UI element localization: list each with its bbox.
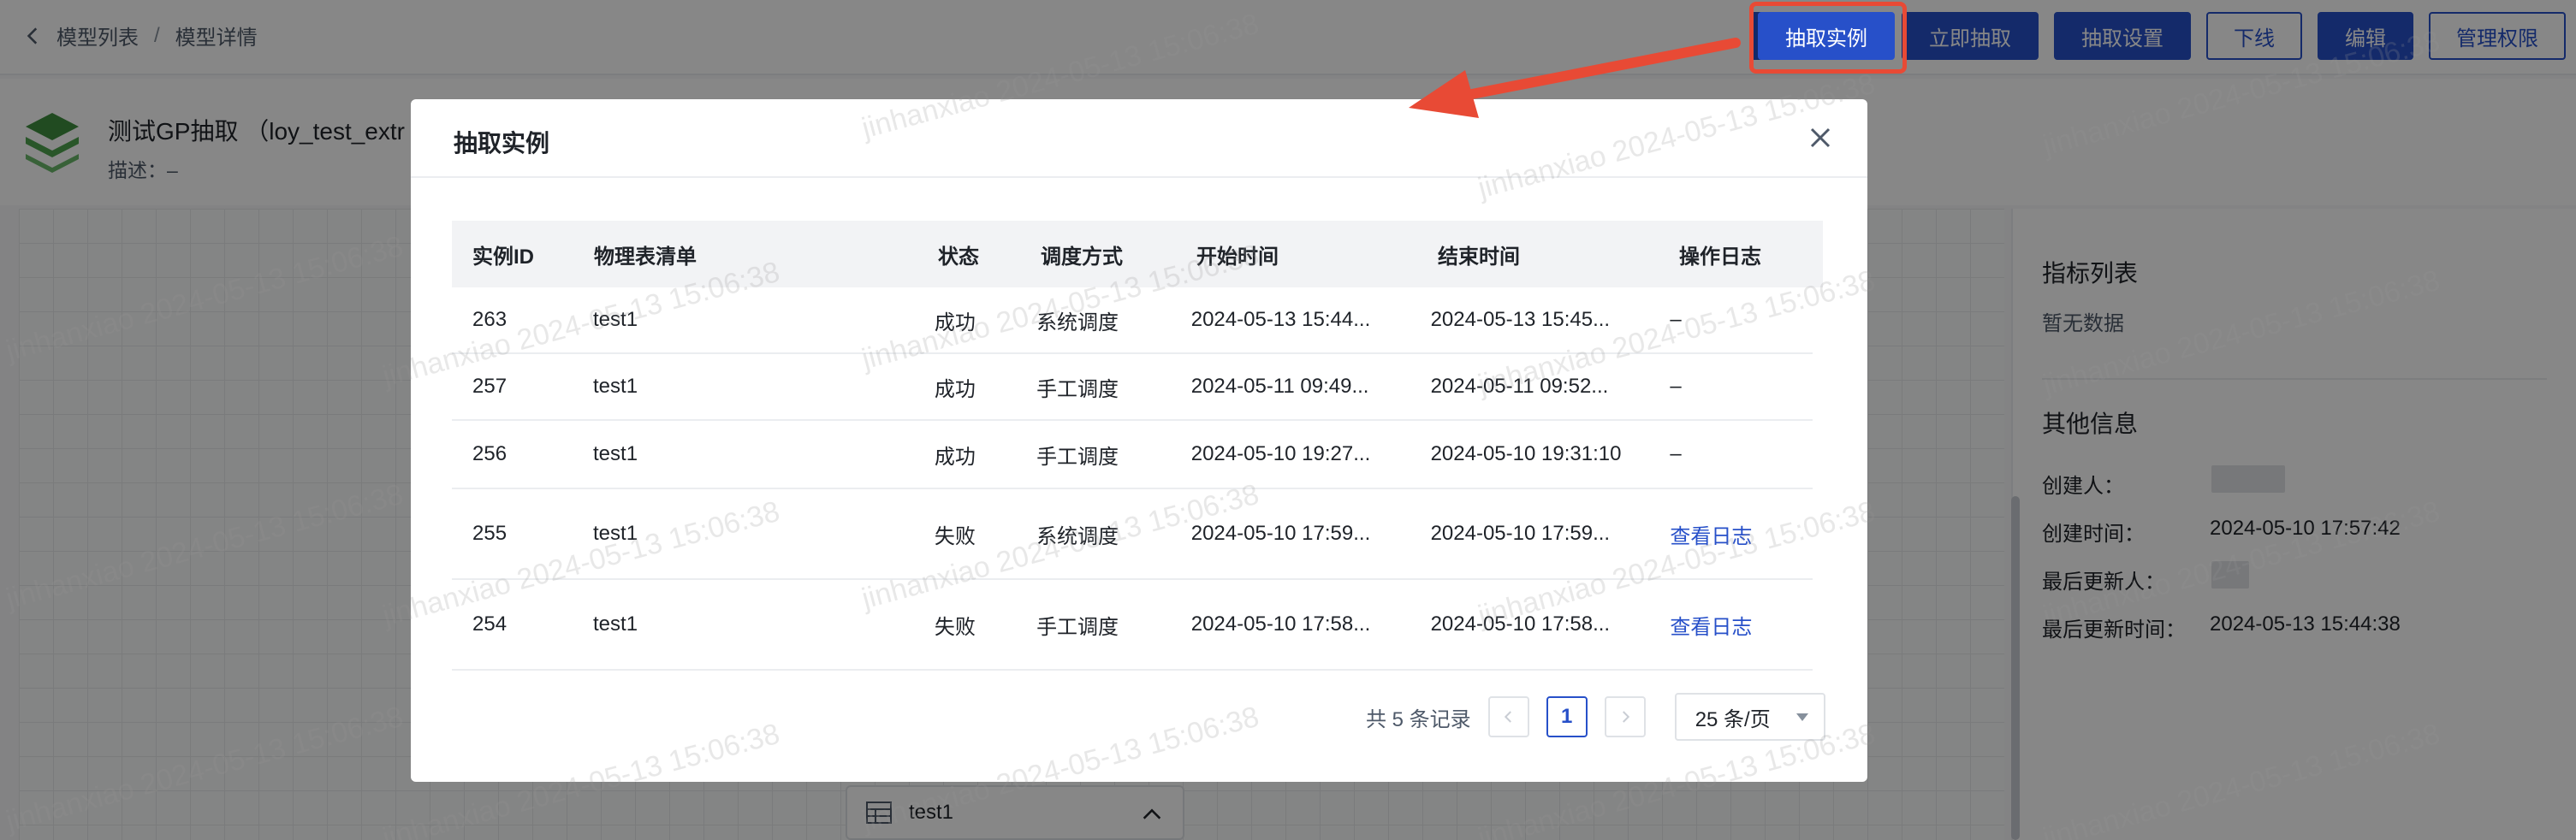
column-header-log: 操作日志 xyxy=(1679,245,1761,269)
cell-start-time: 2024-05-10 17:58... xyxy=(1190,612,1371,636)
cell-schedule: 手工调度 xyxy=(1036,615,1119,639)
view-log-link[interactable]: 查看日志 xyxy=(1649,610,1813,640)
cell-id: 254 xyxy=(472,612,507,636)
cell-start-time: 2024-05-10 19:27... xyxy=(1190,442,1371,465)
cell-end-time: 2024-05-10 19:31:10 xyxy=(1430,442,1622,465)
cell-end-time: 2024-05-11 09:52... xyxy=(1430,375,1609,398)
cell-log: – xyxy=(1670,375,1682,398)
cell-tables: test1 xyxy=(593,375,638,398)
cell-tables: test1 xyxy=(593,308,638,331)
cell-tables: test1 xyxy=(593,522,638,545)
cell-schedule: 系统调度 xyxy=(1036,311,1119,334)
close-icon[interactable] xyxy=(1807,125,1833,151)
table-row: 255 test1 失败 系统调度 2024-05-10 17:59... 20… xyxy=(452,489,1813,580)
cell-status: 成功 xyxy=(934,377,976,401)
cell-id: 255 xyxy=(472,522,507,545)
cell-schedule: 手工调度 xyxy=(1036,377,1119,401)
modal-title: 抽取实例 xyxy=(454,130,550,157)
cell-schedule: 手工调度 xyxy=(1036,445,1119,469)
cell-end-time: 2024-05-10 17:58... xyxy=(1430,612,1611,636)
table-row: 263 test1 成功 系统调度 2024-05-13 15:44... 20… xyxy=(452,287,1813,354)
cell-log: – xyxy=(1670,442,1682,465)
chevron-right-icon xyxy=(1622,711,1629,723)
app-page: 模型列表 / 模型详情 抽取实例 立即抽取 抽取设置 下线 编辑 管理权限 测试… xyxy=(0,0,2576,840)
next-page-button[interactable] xyxy=(1604,696,1646,737)
chevron-left-icon xyxy=(1504,711,1511,723)
cell-status: 成功 xyxy=(934,445,976,469)
cell-end-time: 2024-05-13 15:45... xyxy=(1430,308,1611,331)
page-button-current[interactable]: 1 xyxy=(1546,696,1588,737)
cell-tables: test1 xyxy=(593,612,638,636)
cell-log: – xyxy=(1670,308,1682,331)
modal-header: 抽取实例 xyxy=(411,99,1867,178)
cell-id: 257 xyxy=(472,375,507,398)
table-row: 256 test1 成功 手工调度 2024-05-10 19:27... 20… xyxy=(452,421,1813,489)
table-header: 实例ID 物理表清单 状态 调度方式 开始时间 结束时间 操作日志 xyxy=(452,221,1823,287)
column-header-start-time: 开始时间 xyxy=(1196,245,1279,269)
table-row: 254 test1 失败 手工调度 2024-05-10 17:58... 20… xyxy=(452,580,1813,671)
cell-end-time: 2024-05-10 17:59... xyxy=(1430,522,1611,545)
view-log-link[interactable]: 查看日志 xyxy=(1649,519,1813,549)
prev-page-button[interactable] xyxy=(1487,696,1529,737)
cell-id: 263 xyxy=(472,308,507,331)
cell-start-time: 2024-05-10 17:59... xyxy=(1190,522,1371,545)
cell-id: 256 xyxy=(472,442,507,465)
caret-down-icon xyxy=(1795,713,1808,721)
column-header-schedule: 调度方式 xyxy=(1041,245,1123,269)
table-row: 257 test1 成功 手工调度 2024-05-11 09:49... 20… xyxy=(452,354,1813,421)
cell-status: 成功 xyxy=(934,311,976,334)
pagination-total: 共 5 条记录 xyxy=(1366,707,1471,731)
cell-schedule: 系统调度 xyxy=(1036,524,1119,548)
cell-start-time: 2024-05-11 09:49... xyxy=(1190,375,1369,398)
instances-table: 实例ID 物理表清单 状态 调度方式 开始时间 结束时间 操作日志 263 te… xyxy=(452,221,1823,671)
cell-tables: test1 xyxy=(593,442,638,465)
cell-status: 失败 xyxy=(934,615,976,639)
column-header-id: 实例ID xyxy=(472,245,534,269)
pagination: 共 5 条记录 1 25 条/页 xyxy=(1366,693,1825,741)
cell-start-time: 2024-05-13 15:44... xyxy=(1190,308,1371,331)
page-size-value: 25 条/页 xyxy=(1695,707,1771,731)
cell-status: 失败 xyxy=(934,524,976,548)
page-size-select[interactable]: 25 条/页 xyxy=(1674,693,1825,741)
extract-instances-modal: 抽取实例 实例ID 物理表清单 状态 调度方式 开始时间 结束时间 操作日志 2… xyxy=(411,99,1867,782)
extract-instances-button-highlighted[interactable]: 抽取实例 xyxy=(1758,12,1895,60)
column-header-end-time: 结束时间 xyxy=(1438,245,1520,269)
column-header-tables: 物理表清单 xyxy=(594,245,697,269)
column-header-status: 状态 xyxy=(938,245,979,269)
